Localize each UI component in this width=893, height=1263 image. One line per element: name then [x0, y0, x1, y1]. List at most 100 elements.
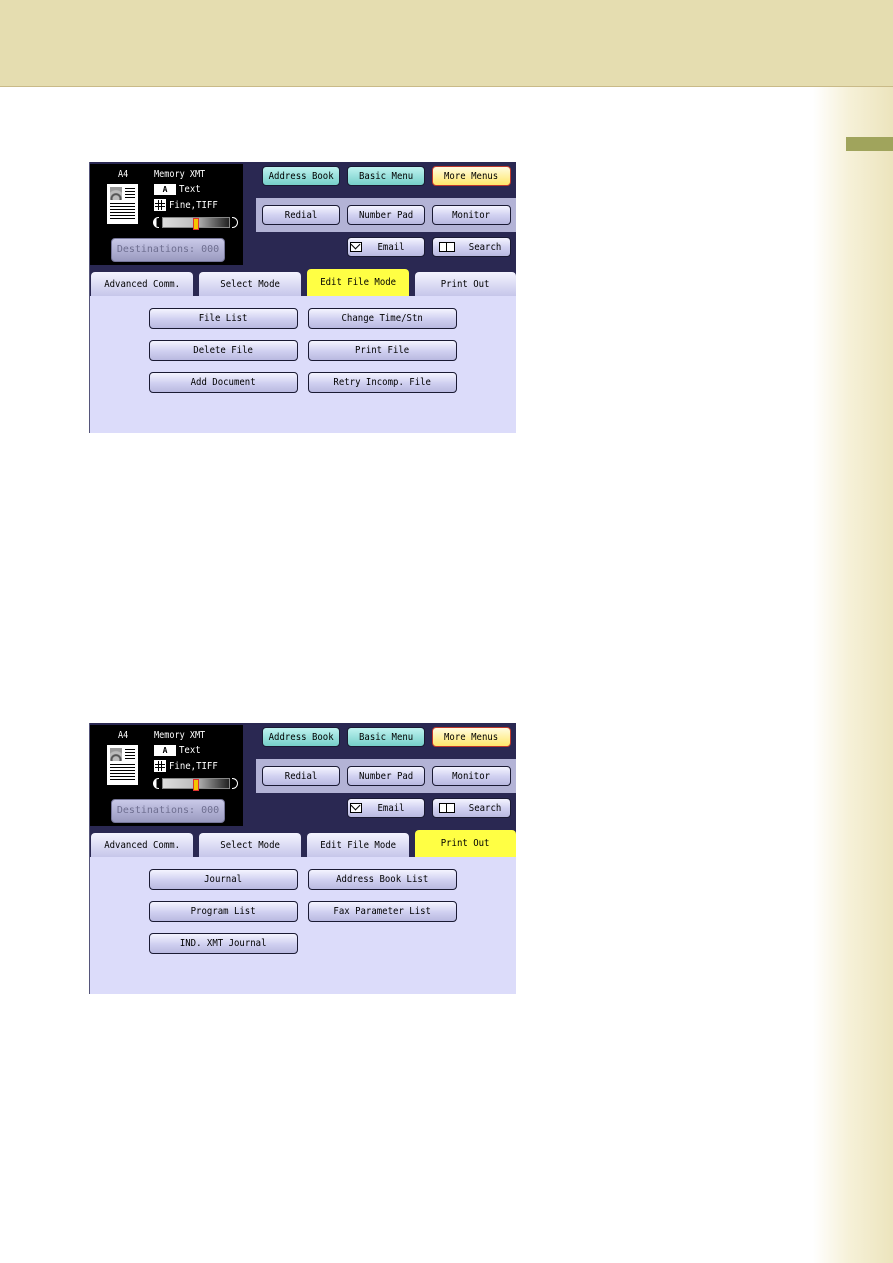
- address-book-button[interactable]: Address Book: [262, 727, 340, 747]
- redial-button[interactable]: Redial: [262, 205, 340, 225]
- contrast-knob: [193, 218, 199, 230]
- tab-label: Select Mode: [220, 839, 280, 851]
- button-label: Program List: [190, 906, 257, 917]
- contrast-dark-icon: [232, 217, 238, 228]
- tab-label: Print Out: [441, 838, 490, 849]
- program-list-button[interactable]: Program List: [149, 901, 298, 922]
- delete-file-button[interactable]: Delete File: [149, 340, 298, 361]
- button-label: Search: [468, 802, 502, 814]
- destinations-button[interactable]: Destinations: 000: [111, 799, 225, 823]
- button-label: More Menus: [444, 731, 499, 743]
- button-label: Change Time/Stn: [341, 313, 424, 324]
- panel-header: A4 Memory XMT A Text Fine,TIFF Destinati…: [90, 723, 516, 826]
- resolution-format: Fine,TIFF: [169, 199, 218, 211]
- transmission-mode: Memory XMT: [154, 730, 206, 741]
- destinations-label: Destinations: 000: [116, 244, 220, 255]
- contrast-dark-icon: [232, 778, 238, 789]
- button-label: Monitor: [452, 209, 491, 221]
- email-button[interactable]: Email: [347, 798, 425, 818]
- tab-label: Advanced Comm.: [104, 278, 180, 290]
- journal-button[interactable]: Journal: [149, 869, 298, 890]
- button-label: Redial: [284, 770, 318, 782]
- contrast-knob: [193, 779, 199, 791]
- side-margin-strip: [813, 87, 893, 1263]
- ind-xmt-journal-button[interactable]: IND. XMT Journal: [149, 933, 298, 954]
- button-label: File List: [199, 313, 248, 324]
- status-display: A4 Memory XMT A Text Fine,TIFF Destinati…: [90, 725, 243, 826]
- tab-advanced-comm[interactable]: Advanced Comm.: [91, 833, 193, 857]
- resolution-row: Fine,TIFF: [154, 760, 223, 772]
- paper-size: A4: [118, 169, 129, 180]
- contrast-bar: [162, 217, 230, 230]
- number-pad-button[interactable]: Number Pad: [347, 205, 425, 225]
- transmission-mode: Memory XMT: [154, 169, 206, 180]
- contrast-light-icon: [153, 217, 159, 228]
- tab-print-out[interactable]: Print Out: [415, 272, 516, 296]
- button-label: Redial: [284, 209, 318, 221]
- button-label: Basic Menu: [358, 731, 414, 743]
- button-label: Number Pad: [358, 770, 414, 782]
- button-label: Basic Menu: [358, 170, 414, 182]
- original-type-row: A Text: [154, 745, 203, 756]
- retry-incomp-file-button[interactable]: Retry Incomp. File: [308, 372, 457, 393]
- document-preview-icon: [107, 745, 138, 785]
- contrast-bar: [162, 778, 230, 791]
- tab-label: Select Mode: [220, 278, 280, 290]
- button-label: IND. XMT Journal: [180, 938, 267, 949]
- fax-panel-edit-file-mode: A4 Memory XMT A Text Fine,TIFF Destinati…: [89, 162, 516, 433]
- button-label: Fax Parameter List: [333, 906, 432, 917]
- add-document-button[interactable]: Add Document: [149, 372, 298, 393]
- envelope-icon: [350, 803, 362, 813]
- search-button[interactable]: Search: [432, 237, 511, 257]
- button-label: Number Pad: [358, 209, 414, 221]
- number-pad-button[interactable]: Number Pad: [347, 766, 425, 786]
- tab-edit-file-mode[interactable]: Edit File Mode: [307, 833, 409, 857]
- resolution-grid-icon: [154, 760, 166, 772]
- tab-select-mode[interactable]: Select Mode: [199, 833, 301, 857]
- print-file-button[interactable]: Print File: [308, 340, 457, 361]
- tab-select-mode[interactable]: Select Mode: [199, 272, 301, 296]
- more-menus-button[interactable]: More Menus: [432, 166, 511, 186]
- panel-header: A4 Memory XMT A Text Fine,TIFF Destinati…: [90, 162, 516, 265]
- tab-label: Edit File Mode: [320, 277, 396, 288]
- change-time-stn-button[interactable]: Change Time/Stn: [308, 308, 457, 329]
- monitor-button[interactable]: Monitor: [432, 766, 511, 786]
- book-icon: [439, 242, 455, 252]
- monitor-button[interactable]: Monitor: [432, 205, 511, 225]
- email-button[interactable]: Email: [347, 237, 425, 257]
- tab-label: Advanced Comm.: [104, 839, 180, 851]
- address-book-button[interactable]: Address Book: [262, 166, 340, 186]
- fax-parameter-list-button[interactable]: Fax Parameter List: [308, 901, 457, 922]
- button-label: Address Book: [268, 170, 334, 182]
- button-label: Retry Incomp. File: [333, 377, 432, 388]
- button-label: Journal: [204, 874, 243, 885]
- resolution-grid-icon: [154, 199, 166, 211]
- button-label: Print File: [355, 345, 410, 356]
- basic-menu-button[interactable]: Basic Menu: [347, 727, 425, 747]
- text-original-icon: A: [154, 745, 176, 756]
- address-book-list-button[interactable]: Address Book List: [308, 869, 457, 890]
- chapter-tab-marker: [846, 137, 893, 151]
- search-button[interactable]: Search: [432, 798, 511, 818]
- button-label: Address Book List: [336, 874, 429, 885]
- page-header-band: [0, 0, 893, 87]
- envelope-icon: [350, 242, 362, 252]
- button-label: Monitor: [452, 770, 491, 782]
- file-list-button[interactable]: File List: [149, 308, 298, 329]
- destinations-label: Destinations: 000: [116, 805, 220, 816]
- more-menus-button[interactable]: More Menus: [432, 727, 511, 747]
- original-type: Text: [179, 184, 201, 195]
- tab-label: Print Out: [441, 278, 490, 290]
- contrast-indicator: [153, 777, 241, 791]
- tab-edit-file-mode[interactable]: Edit File Mode: [307, 269, 409, 296]
- tab-print-out[interactable]: Print Out: [415, 830, 516, 857]
- basic-menu-button[interactable]: Basic Menu: [347, 166, 425, 186]
- resolution-format: Fine,TIFF: [169, 760, 218, 772]
- document-preview-icon: [107, 184, 138, 224]
- redial-button[interactable]: Redial: [262, 766, 340, 786]
- tab-advanced-comm[interactable]: Advanced Comm.: [91, 272, 193, 296]
- destinations-button[interactable]: Destinations: 000: [111, 238, 225, 262]
- image-thumbnail: [110, 187, 122, 200]
- fax-panel-print-out: A4 Memory XMT A Text Fine,TIFF Destinati…: [89, 723, 516, 994]
- text-original-icon: A: [154, 184, 176, 195]
